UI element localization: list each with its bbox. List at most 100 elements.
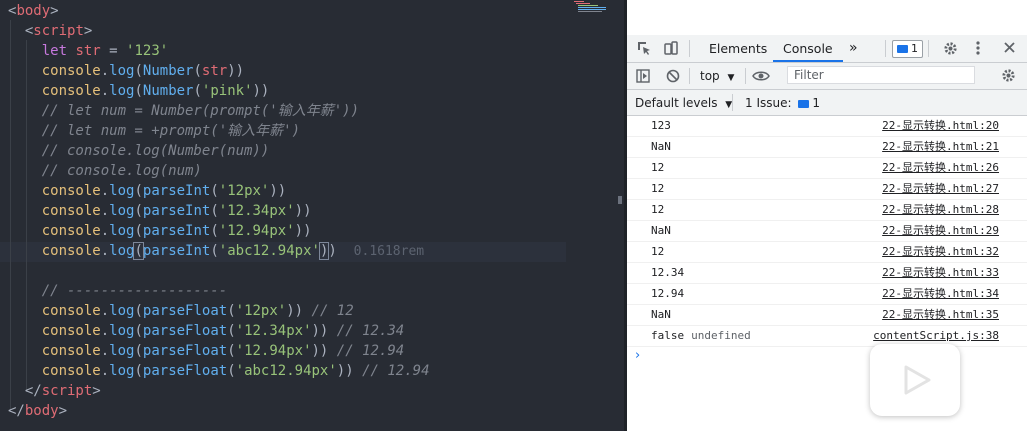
clear-console-icon[interactable] bbox=[666, 69, 680, 86]
console-message-value: NaN bbox=[651, 305, 671, 325]
default-levels-dropdown[interactable]: Default levels ▼ bbox=[635, 96, 732, 112]
close-icon[interactable] bbox=[1003, 41, 1016, 57]
code-token: ( bbox=[134, 223, 143, 239]
code-token: ( bbox=[210, 223, 219, 239]
source-link[interactable]: 22-显示转换.html:21 bbox=[882, 137, 999, 157]
source-link[interactable]: 22-显示转换.html:34 bbox=[882, 284, 999, 304]
code-line: </body> bbox=[8, 401, 67, 421]
tab-elements[interactable]: Elements bbox=[709, 35, 767, 62]
console-message-value: 12 bbox=[651, 200, 664, 220]
source-link[interactable]: 22-显示转换.html:20 bbox=[882, 116, 999, 136]
code-token: parseInt bbox=[142, 223, 211, 239]
console-value-text: 12.94 bbox=[651, 287, 685, 300]
code-token: ( bbox=[134, 363, 143, 379]
editor-scrollbar[interactable] bbox=[616, 0, 624, 431]
code-token: parseInt bbox=[142, 243, 211, 259]
code-token: // 12.94 bbox=[336, 343, 405, 359]
more-tabs-button[interactable]: » bbox=[849, 35, 858, 62]
console-message: false undefined contentScript.js:38 bbox=[627, 326, 1027, 347]
inspect-element-icon[interactable] bbox=[637, 41, 651, 58]
source-link[interactable]: 22-显示转换.html:33 bbox=[882, 263, 999, 283]
code-token: log bbox=[109, 303, 135, 319]
code-token: // ------------------- bbox=[41, 283, 228, 299]
source-link[interactable]: 22-显示转换.html:35 bbox=[882, 305, 999, 325]
console-message-value: NaN bbox=[651, 221, 671, 241]
issues-badge-count: 1 bbox=[911, 42, 918, 55]
code-token: )) bbox=[311, 323, 337, 339]
source-link[interactable]: 22-显示转换.html:29 bbox=[882, 221, 999, 241]
code-token: . bbox=[100, 363, 110, 379]
console-message-value: 12 bbox=[651, 158, 664, 178]
video-play-button[interactable] bbox=[870, 344, 960, 416]
code-token: > bbox=[92, 383, 101, 399]
code-line: // let num = Number(prompt('输入年薪')) bbox=[8, 101, 359, 121]
source-link[interactable]: 22-显示转换.html:26 bbox=[882, 158, 999, 178]
code-token: ( bbox=[210, 243, 219, 259]
code-line: // console.log(num) bbox=[8, 161, 202, 181]
code-token: . bbox=[100, 343, 110, 359]
console-value-text: 12 bbox=[651, 182, 665, 195]
code-token: ( bbox=[134, 83, 143, 99]
bracket-match: ( bbox=[133, 242, 144, 260]
device-toolbar-icon[interactable] bbox=[664, 41, 678, 58]
context-selector[interactable]: top ▼ bbox=[700, 69, 734, 85]
code-token: ( bbox=[227, 363, 236, 379]
console-value-text: NaN bbox=[651, 224, 671, 237]
code-token: '12.94px' bbox=[235, 343, 312, 359]
code-line: console.log(Number(str)) bbox=[8, 61, 244, 81]
prompt-chevron-icon: › bbox=[635, 348, 641, 363]
code-token: '12.94px' bbox=[218, 223, 295, 239]
code-token: 'abc12.94px' bbox=[218, 243, 320, 259]
source-link[interactable]: 22-显示转换.html:28 bbox=[882, 200, 999, 220]
code-token: log bbox=[109, 223, 135, 239]
tab-console[interactable]: Console bbox=[773, 35, 843, 62]
filter-input[interactable] bbox=[787, 66, 975, 84]
sidebar-toggle-icon[interactable] bbox=[636, 69, 650, 86]
code-token: log bbox=[109, 323, 135, 339]
code-token: // 12.34 bbox=[336, 323, 405, 339]
code-line: console.log(parseFloat('abc12.94px')) //… bbox=[8, 361, 430, 381]
scrollbar-marker bbox=[618, 196, 622, 204]
eye-icon[interactable] bbox=[752, 69, 770, 86]
kebab-menu-icon[interactable] bbox=[976, 41, 980, 58]
console-message: NaN 22-显示转换.html:29 bbox=[627, 221, 1027, 242]
code-token: ( bbox=[227, 323, 236, 339]
console-prompt[interactable]: › bbox=[627, 347, 1027, 367]
code-token: )) bbox=[294, 203, 312, 219]
code-line: console.log(Number('pink')) bbox=[8, 81, 270, 101]
console-message: 12 22-显示转换.html:32 bbox=[627, 242, 1027, 263]
code-line: </script> bbox=[8, 381, 101, 401]
gear-icon[interactable] bbox=[1001, 68, 1016, 86]
code-token: console bbox=[41, 303, 101, 319]
issues-link[interactable]: 1 Issue: 1 bbox=[745, 96, 820, 110]
code-token: log bbox=[109, 63, 135, 79]
code-token: // let num = +prompt('输入年薪') bbox=[41, 123, 301, 139]
separator bbox=[885, 40, 886, 57]
source-link[interactable]: contentScript.js:38 bbox=[873, 326, 999, 346]
code-token: log bbox=[109, 363, 135, 379]
source-link[interactable]: 22-显示转换.html:32 bbox=[882, 242, 999, 262]
separator bbox=[928, 40, 929, 57]
code-token: < bbox=[8, 23, 34, 39]
source-link[interactable]: 22-显示转换.html:27 bbox=[882, 179, 999, 199]
minimap[interactable] bbox=[574, 0, 610, 14]
code-token: . bbox=[100, 183, 110, 199]
code-line: let str = '123' bbox=[8, 41, 168, 61]
code-line: console.log(parseFloat('12.34px')) // 12… bbox=[8, 321, 405, 341]
issues-badge[interactable]: 1 bbox=[892, 40, 923, 58]
gear-icon[interactable] bbox=[943, 41, 958, 59]
code-editor[interactable]: <body> <script> let str = '123' console.… bbox=[0, 0, 626, 431]
context-label: top bbox=[700, 69, 720, 83]
code-token: console bbox=[41, 323, 101, 339]
